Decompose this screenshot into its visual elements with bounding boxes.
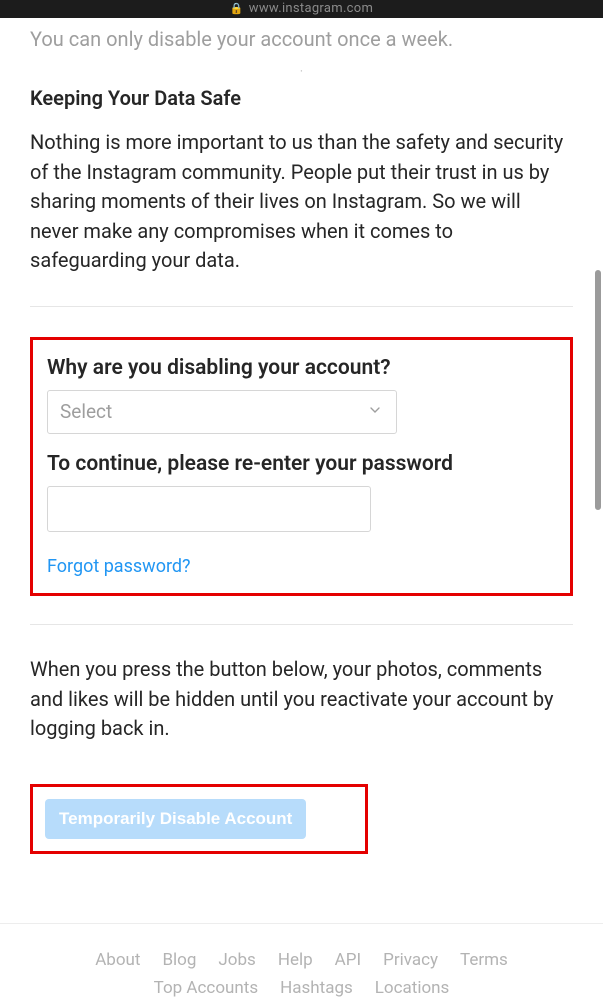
lock-icon: 🔒 — [230, 0, 244, 18]
footer-link[interactable]: Jobs — [218, 950, 255, 970]
footer-link[interactable]: Blog — [162, 950, 196, 970]
forgot-password-link[interactable]: Forgot password? — [47, 556, 191, 577]
footer: About Blog Jobs Help API Privacy Terms T… — [0, 923, 603, 998]
browser-url-bar: 🔒 www.instagram.com — [0, 0, 603, 18]
url-text: www.instagram.com — [249, 1, 373, 16]
scrollbar[interactable] — [595, 270, 601, 510]
footer-link[interactable]: About — [95, 950, 140, 970]
intro-truncated-text: You can only disable your account once a… — [30, 26, 573, 52]
footer-row-2: Top Accounts Hashtags Locations — [0, 978, 603, 998]
footer-link[interactable]: Locations — [375, 978, 450, 998]
highlight-box-form: Why are you disabling your account? Sele… — [30, 337, 573, 596]
disable-account-button[interactable]: Temporarily Disable Account — [45, 799, 306, 839]
footer-link[interactable]: Privacy — [383, 950, 438, 970]
footer-link[interactable]: Help — [278, 950, 313, 970]
confirm-text: When you press the button below, your ph… — [30, 655, 573, 744]
divider — [30, 306, 573, 307]
divider — [30, 624, 573, 625]
footer-link[interactable]: Terms — [460, 950, 508, 970]
page-content: You can only disable your account once a… — [0, 18, 603, 923]
footer-link[interactable]: Top Accounts — [154, 978, 258, 998]
reason-select-value: Select — [60, 400, 112, 423]
decorative-dot: · — [30, 64, 573, 78]
password-label: To continue, please re-enter your passwo… — [47, 452, 556, 476]
footer-link[interactable]: API — [335, 950, 361, 970]
footer-link[interactable]: Hashtags — [280, 978, 353, 998]
section-title-data-safe: Keeping Your Data Safe — [30, 86, 573, 110]
data-safe-body: Nothing is more important to us than the… — [30, 128, 573, 276]
reason-label: Why are you disabling your account? — [47, 356, 556, 380]
reason-select-wrap: Select — [47, 390, 397, 434]
reason-select[interactable]: Select — [47, 390, 397, 434]
password-input[interactable] — [47, 486, 371, 532]
footer-row-1: About Blog Jobs Help API Privacy Terms — [0, 950, 603, 970]
highlight-box-button: Temporarily Disable Account — [30, 784, 368, 854]
